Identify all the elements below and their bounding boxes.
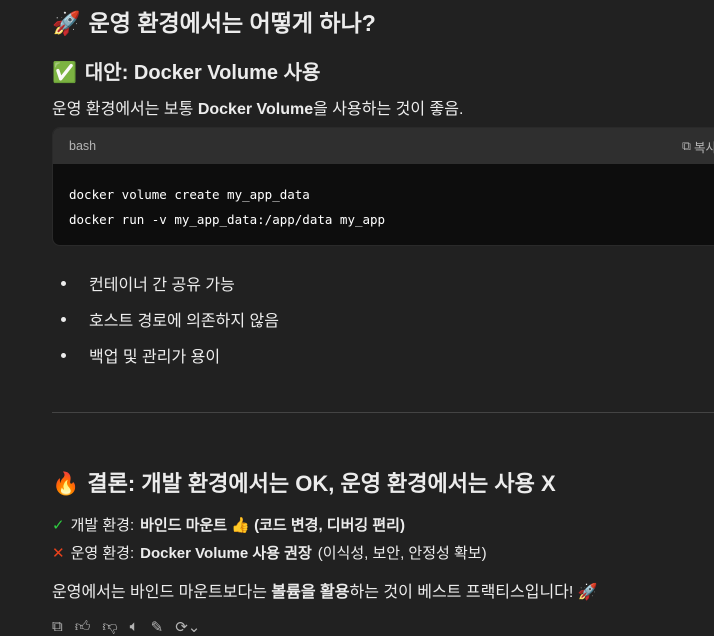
- code-language: bash: [69, 139, 97, 153]
- bullet-list: 컨테이너 간 공유 가능 호스트 경로에 의존하지 않음 백업 및 관리가 용이: [52, 265, 279, 373]
- heading-alternative: ✅ 대안: Docker Volume 사용: [52, 56, 320, 85]
- dev-line: ✓ 개발 환경: 바인드 마운트 👍 (코드 변경, 디버깅 편리): [52, 514, 405, 535]
- regenerate-icon[interactable]: ⟳⌄: [175, 618, 200, 636]
- heading-text: 결론: 개발 환경에서는 OK, 운영 환경에서는 사용 X: [87, 471, 556, 496]
- thumbs-up-icon[interactable]: 👍︎: [75, 618, 91, 636]
- cross-icon: ✕: [52, 544, 65, 562]
- message-actions: ⧉ 👍︎ 👎︎ 🔈︎ ✎ ⟳⌄: [52, 618, 200, 636]
- divider: [52, 412, 714, 413]
- code-content: docker volume create my_app_datadocker r…: [53, 164, 714, 245]
- copy-button[interactable]: ⧉복사: [682, 137, 714, 156]
- list-item: 백업 및 관리가 용이: [52, 337, 279, 373]
- prod-label: 운영 환경:: [70, 545, 135, 562]
- edit-wand-icon[interactable]: ✎: [151, 618, 164, 636]
- list-item: 컨테이너 간 공유 가능: [52, 265, 279, 301]
- copy-icon[interactable]: ⧉: [52, 618, 63, 636]
- heading-production: 🚀 운영 환경에서는 어떻게 하나?: [52, 4, 376, 38]
- heading-conclusion: 🔥 결론: 개발 환경에서는 OK, 운영 환경에서는 사용 X: [52, 466, 556, 498]
- closing-text: 운영에서는 바인드 마운트보다는: [52, 584, 272, 601]
- check-icon: ✓: [52, 516, 65, 534]
- code-header: bash ⧉복사: [53, 128, 714, 164]
- copy-label: 복사: [693, 140, 714, 155]
- heading-text: 대안: Docker Volume 사용: [84, 62, 321, 84]
- closing-paragraph: 운영에서는 바인드 마운트보다는 볼륨을 활용하는 것이 베스트 프랙티스입니다…: [52, 578, 598, 602]
- thumbs-down-icon[interactable]: 👎︎: [102, 618, 117, 636]
- heading-text: 운영 환경에서는 어떻게 하나?: [88, 10, 376, 36]
- copy-icon: ⧉: [682, 138, 691, 153]
- prod-post: (이식성, 보안, 안정성 확보): [317, 545, 487, 562]
- dev-label: 개발 환경:: [70, 517, 135, 534]
- rocket-icon: 🚀: [52, 10, 81, 36]
- dev-bold: 바인드 마운트 👍 (코드 변경, 디버깅 편리): [140, 517, 405, 534]
- code-block: bash ⧉복사 docker volume create my_app_dat…: [52, 127, 714, 246]
- intro-paragraph: 운영 환경에서는 보통 Docker Volume을 사용하는 것이 좋음.: [52, 95, 463, 119]
- fire-icon: 🔥: [52, 471, 80, 496]
- code-line: docker run -v my_app_data:/app/data my_a…: [69, 212, 386, 227]
- closing-text-end: 하는 것이 베스트 프랙티스입니다! 🚀: [349, 584, 598, 601]
- prod-line: ✕ 운영 환경: Docker Volume 사용 권장 (이식성, 보안, 안정…: [52, 542, 487, 563]
- intro-bold: Docker Volume: [197, 101, 314, 118]
- code-line: docker volume create my_app_data: [69, 187, 310, 202]
- list-item: 호스트 경로에 의존하지 않음: [52, 301, 279, 337]
- speaker-icon[interactable]: 🔈︎: [130, 618, 139, 636]
- intro-text: 운영 환경에서는 보통: [52, 101, 198, 118]
- check-box-icon: ✅: [52, 62, 77, 84]
- intro-text-end: 을 사용하는 것이 좋음.: [313, 101, 464, 118]
- prod-bold: Docker Volume 사용 권장: [140, 545, 312, 562]
- closing-bold: 볼륨을 활용: [271, 584, 350, 601]
